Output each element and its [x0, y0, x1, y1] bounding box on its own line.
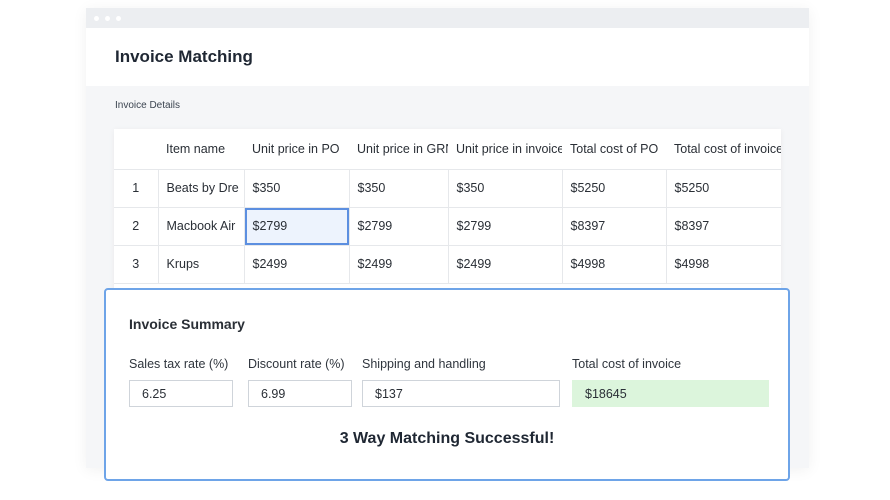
unit-price-po-cell-selected[interactable]: $2799: [244, 207, 350, 246]
page-title: Invoice Matching: [115, 47, 253, 66]
unit-price-grn-cell[interactable]: $2799: [349, 207, 449, 246]
window-dot-icon[interactable]: [105, 15, 110, 21]
unit-price-grn-cell[interactable]: $2499: [349, 245, 449, 284]
unit-price-po-cell[interactable]: $350: [244, 169, 350, 208]
column-header-total-cost-po[interactable]: Total cost of PO: [562, 129, 666, 170]
total-cost-invoice-cell[interactable]: $4998: [666, 245, 781, 284]
column-header-item-name[interactable]: Item name: [158, 129, 244, 170]
discount-rate-label: Discount rate (%): [248, 357, 345, 371]
column-header-unit-price-grn[interactable]: Unit price in GRN: [349, 129, 448, 170]
total-cost-invoice-label: Total cost of invoice: [572, 357, 682, 371]
matching-status-message: 3 Way Matching Successful!: [339, 430, 555, 447]
summary-title: Invoice Summary: [129, 316, 245, 332]
discount-rate-input[interactable]: 6.99: [248, 380, 352, 407]
item-name-cell[interactable]: Beats by Dre: [158, 169, 245, 208]
window-dot-icon[interactable]: [116, 15, 121, 21]
unit-price-grn-cell[interactable]: $350: [349, 169, 449, 208]
item-name-cell[interactable]: Macbook Air: [158, 207, 245, 246]
window-titlebar: [86, 8, 809, 28]
column-header-total-cost-invoice[interactable]: Total cost of invoice: [666, 129, 781, 170]
table-row: 2 Macbook Air $2799 $2799 $2799 $8397 $8…: [114, 207, 781, 246]
section-label: Invoice Details: [115, 100, 181, 111]
table-row: 3 Krups $2499 $2499 $2499 $4998 $4998: [114, 245, 781, 284]
total-cost-po-cell[interactable]: $8397: [562, 207, 667, 246]
shipping-handling-input[interactable]: $137: [362, 380, 560, 407]
shipping-handling-label: Shipping and handling: [362, 357, 486, 371]
unit-price-invoice-cell[interactable]: $350: [448, 169, 563, 208]
total-cost-invoice-cell[interactable]: $8397: [666, 207, 781, 246]
row-index: 2: [114, 207, 159, 246]
unit-price-invoice-cell[interactable]: $2499: [448, 245, 563, 284]
invoice-details-table: Item name Unit price in PO Unit price in…: [114, 129, 781, 299]
total-cost-po-cell[interactable]: $4998: [562, 245, 667, 284]
page-header: Invoice Matching: [86, 28, 809, 86]
invoice-summary-panel: Invoice Summary Sales tax rate (%) 6.25 …: [104, 288, 790, 481]
row-index: 1: [114, 169, 159, 208]
window-dot-icon[interactable]: [94, 15, 99, 21]
unit-price-po-cell[interactable]: $2499: [244, 245, 350, 284]
column-header-index: [114, 129, 158, 170]
total-cost-invoice-field: $18645: [572, 380, 769, 407]
row-index: 3: [114, 245, 159, 284]
sales-tax-input[interactable]: 6.25: [129, 380, 233, 407]
total-cost-po-cell[interactable]: $5250: [562, 169, 667, 208]
table-row: 1 Beats by Dre $350 $350 $350 $5250 $525…: [114, 169, 781, 208]
sales-tax-label: Sales tax rate (%): [129, 357, 229, 371]
unit-price-invoice-cell[interactable]: $2799: [448, 207, 563, 246]
item-name-cell[interactable]: Krups: [158, 245, 245, 284]
column-header-unit-price-po[interactable]: Unit price in PO: [244, 129, 349, 170]
total-cost-invoice-cell[interactable]: $5250: [666, 169, 781, 208]
table-header-row: Item name Unit price in PO Unit price in…: [114, 129, 781, 170]
column-header-unit-price-invoice[interactable]: Unit price in invoice: [448, 129, 562, 170]
